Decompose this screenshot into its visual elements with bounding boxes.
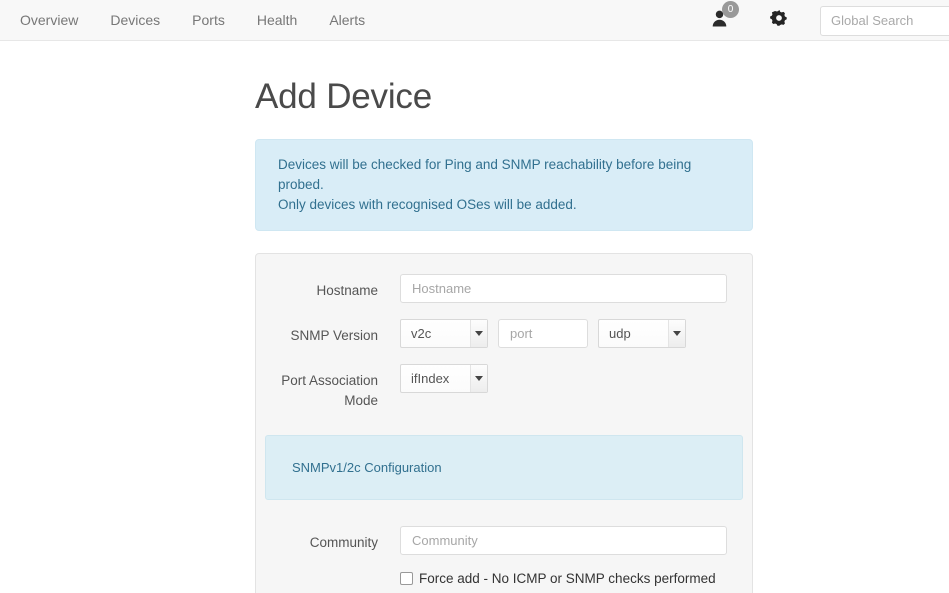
hostname-label: Hostname bbox=[316, 283, 378, 298]
navbar-right-actions: 0 bbox=[696, 0, 949, 41]
transport-select-wrap: udp bbox=[598, 319, 686, 348]
community-controls bbox=[400, 526, 730, 555]
global-search-input[interactable] bbox=[820, 5, 949, 36]
nav-link-health[interactable]: Health bbox=[241, 0, 313, 41]
page-content: Add Device Devices will be checked for P… bbox=[0, 41, 949, 593]
force-add-line: Force add - No ICMP or SNMP checks perfo… bbox=[400, 571, 716, 586]
add-device-form-panel: Hostname SNMP Version v2c bbox=[255, 253, 753, 593]
transport-select[interactable]: udp bbox=[598, 319, 686, 348]
snmp-configuration-banner: SNMPv1/2c Configuration bbox=[265, 435, 743, 500]
content-container: Add Device Devices will be checked for P… bbox=[249, 77, 753, 593]
community-label: Community bbox=[309, 535, 378, 550]
snmp-version-label: SNMP Version bbox=[290, 328, 378, 343]
force-add-label[interactable]: Force add - No ICMP or SNMP checks perfo… bbox=[419, 571, 716, 586]
top-navbar: Overview Devices Ports Health Alerts 0 bbox=[0, 0, 949, 41]
nav-link-overview[interactable]: Overview bbox=[4, 0, 94, 41]
port-association-mode-select-wrap: ifIndex bbox=[400, 364, 488, 393]
user-notification-badge: 0 bbox=[722, 1, 739, 18]
form-group-port-association-mode: Port Association Mode ifIndex bbox=[256, 364, 752, 411]
snmp-port-input[interactable] bbox=[498, 319, 588, 348]
community-input[interactable] bbox=[400, 526, 727, 555]
force-add-checkbox[interactable] bbox=[400, 572, 413, 585]
primary-nav: Overview Devices Ports Health Alerts bbox=[4, 0, 381, 41]
nav-link-ports[interactable]: Ports bbox=[176, 0, 241, 41]
nav-link-alerts[interactable]: Alerts bbox=[313, 0, 381, 41]
global-search-container bbox=[820, 5, 949, 36]
nav-link-devices[interactable]: Devices bbox=[94, 0, 176, 41]
page-title: Add Device bbox=[255, 77, 432, 116]
form-group-force-add: Force add - No ICMP or SNMP checks perfo… bbox=[256, 571, 752, 593]
form-group-snmp-version: SNMP Version v2c udp bbox=[256, 319, 752, 348]
snmp-version-controls: v2c udp bbox=[400, 319, 730, 348]
port-association-mode-label: Port Association Mode bbox=[281, 373, 378, 408]
info-alert-line-1: Devices will be checked for Ping and SNM… bbox=[278, 157, 692, 192]
hostname-input[interactable] bbox=[400, 274, 727, 303]
snmp-configuration-title: SNMPv1/2c Configuration bbox=[292, 460, 442, 475]
form-group-community: Community bbox=[256, 526, 752, 555]
port-association-mode-controls: ifIndex bbox=[400, 364, 730, 393]
user-menu-button[interactable]: 0 bbox=[696, 0, 742, 41]
form-group-hostname: Hostname bbox=[256, 274, 752, 303]
settings-button[interactable] bbox=[758, 0, 800, 41]
snmp-version-select-wrap: v2c bbox=[400, 319, 488, 348]
snmp-version-select[interactable]: v2c bbox=[400, 319, 488, 348]
port-association-mode-select[interactable]: ifIndex bbox=[400, 364, 488, 393]
info-alert-line-2: Only devices with recognised OSes will b… bbox=[278, 197, 577, 212]
info-alert: Devices will be checked for Ping and SNM… bbox=[255, 139, 753, 231]
hostname-controls bbox=[400, 274, 730, 303]
gear-icon bbox=[770, 9, 788, 32]
